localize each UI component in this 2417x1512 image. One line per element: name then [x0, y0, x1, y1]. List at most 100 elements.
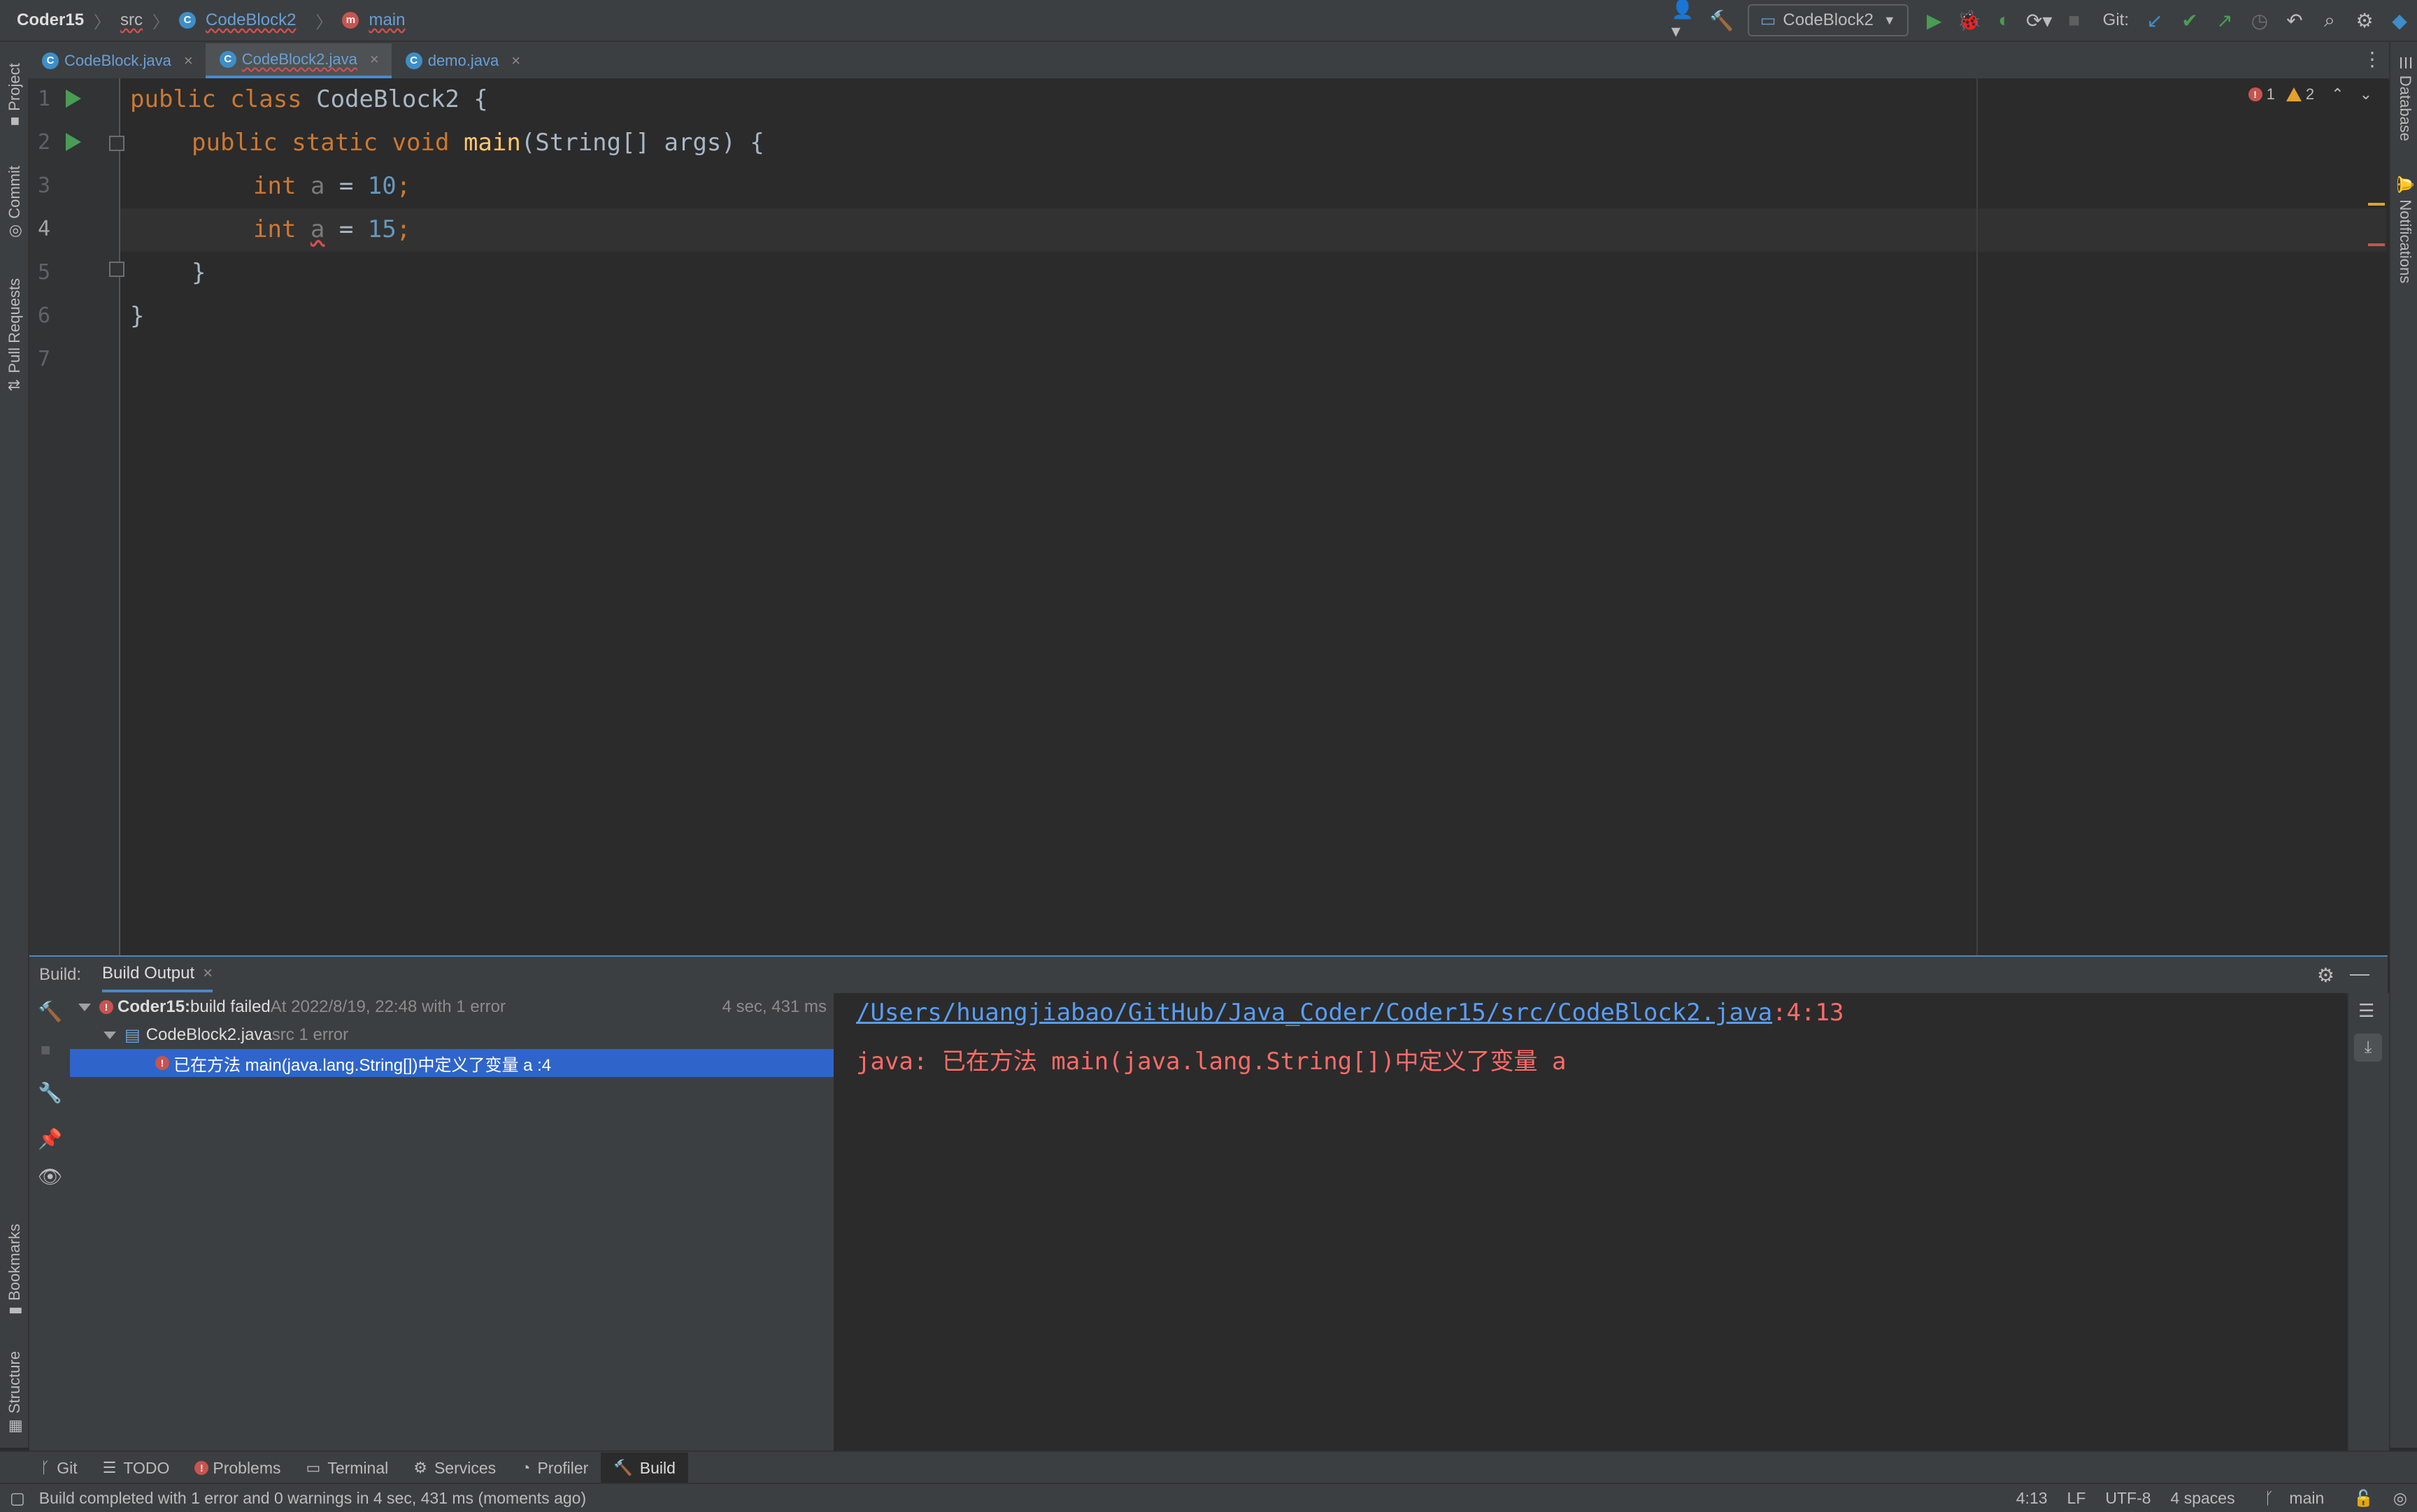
class-icon: C	[179, 12, 197, 29]
app-logo-icon[interactable]: ◆	[2384, 5, 2415, 36]
rollback-icon[interactable]: ↶	[2279, 5, 2310, 36]
breadcrumb-project[interactable]: Coder15	[17, 10, 84, 30]
project-tool-button[interactable]: ■ Project	[6, 63, 24, 126]
inspection-widget[interactable]: ! 1 2 ⌃ ⌄	[2248, 85, 2372, 104]
git-push-icon[interactable]: ↗	[2209, 5, 2240, 36]
tab-terminal[interactable]: ▭ Terminal	[294, 1453, 401, 1483]
scroll-to-end-icon[interactable]: ⤓	[2354, 1034, 2382, 1062]
close-icon[interactable]: ×	[370, 50, 379, 69]
tab-todo[interactable]: ☰ TODO	[90, 1453, 183, 1483]
build-console[interactable]: /Users/huangjiabao/GitHub/Java_Coder/Cod…	[835, 993, 2346, 1450]
breadcrumb-src[interactable]: src	[120, 10, 143, 30]
tab-codeblock[interactable]: C CodeBlock.java ×	[28, 43, 206, 78]
wrench-icon[interactable]: 🔧	[38, 1081, 62, 1104]
stop-icon[interactable]: ■	[41, 1041, 51, 1060]
line-separator[interactable]: LF	[2067, 1489, 2086, 1508]
tab-services[interactable]: ⚙ Services	[401, 1453, 508, 1483]
profile-icon[interactable]: ⟳▾	[2024, 5, 2055, 36]
tab-git[interactable]: ᚴ Git	[28, 1453, 90, 1483]
status-message[interactable]: Build completed with 1 error and 0 warni…	[39, 1489, 586, 1508]
build-tree[interactable]: ! Coder15: build failed At 2022/8/19, 22…	[70, 993, 835, 1450]
bookmark-icon: ▮	[6, 1306, 23, 1315]
more-options-icon[interactable]: ⋮	[2362, 48, 2382, 71]
account-icon[interactable]: 👤▾	[1671, 0, 1702, 41]
breadcrumb-class[interactable]: C CodeBlock2	[179, 10, 306, 30]
git-branch-widget[interactable]: ᚴ main	[2255, 1489, 2334, 1508]
warning-stripe-marker[interactable]	[2368, 203, 2385, 206]
soft-wrap-icon[interactable]: ☰	[2358, 1000, 2374, 1022]
lock-icon[interactable]: 🔓	[2353, 1489, 2374, 1508]
build-file-info: src 1 error	[271, 1025, 349, 1044]
tab-demo[interactable]: C demo.java ×	[392, 43, 533, 78]
structure-tool-button[interactable]: ▦ Structure	[6, 1351, 24, 1434]
debug-icon[interactable]: 🐞	[1954, 5, 1985, 36]
tab-build-output[interactable]: Build Output ×	[102, 957, 213, 992]
bell-icon: 🔔	[2397, 175, 2414, 194]
tool-window-bar: ᚴ Git ☰ TODO ! Problems ▭ Terminal ⚙ Services…	[0, 1450, 2417, 1484]
run-gutter-icon[interactable]	[66, 90, 81, 108]
tab-codeblock2[interactable]: C CodeBlock2.java ×	[205, 43, 392, 78]
rebuild-hammer-icon[interactable]: 🔨	[38, 1000, 62, 1023]
fold-icon[interactable]	[109, 262, 124, 277]
chevron-down-icon[interactable]	[104, 1031, 116, 1039]
bookmarks-tool-button[interactable]: ▮ Bookmarks	[6, 1224, 24, 1315]
layout-toggle-icon[interactable]: ▢	[10, 1489, 25, 1508]
build-project-name: Coder15:	[117, 997, 191, 1016]
line-number: 7	[37, 347, 50, 371]
memory-indicator-icon[interactable]: ◎	[2393, 1489, 2407, 1508]
semicolon: ;	[396, 215, 411, 243]
editor-gutter[interactable]: 1 2 3 4 5 6 7	[29, 78, 124, 955]
run-configuration-select[interactable]: ▭ CodeBlock2 ▼	[1747, 4, 1909, 36]
pull-requests-tool-label: Pull Requests	[6, 278, 23, 373]
close-icon[interactable]: ×	[511, 52, 520, 70]
search-icon[interactable]: ⌕	[2314, 5, 2345, 36]
chevron-up-icon[interactable]: ⌃	[2331, 85, 2344, 104]
close-icon[interactable]: ×	[203, 964, 213, 983]
pin-icon[interactable]: 📌	[38, 1127, 62, 1150]
git-update-icon[interactable]: ↙	[2139, 5, 2170, 36]
build-tree-root[interactable]: ! Coder15: build failed At 2022/8/19, 22…	[70, 993, 834, 1021]
navigation-bar: Coder15 〉 src 〉 C CodeBlock2 〉 m main 👤▾…	[0, 0, 2417, 42]
notifications-tool-button[interactable]: 🔔 Notifications	[2396, 175, 2414, 283]
tab-label: Profiler	[537, 1458, 589, 1477]
file-encoding[interactable]: UTF-8	[2105, 1489, 2151, 1508]
chevron-right-icon: 〉	[94, 13, 111, 32]
breadcrumb: Coder15 〉 src 〉 C CodeBlock2 〉 m main	[17, 8, 425, 33]
build-duration: 4 sec, 431 ms	[722, 997, 827, 1016]
gear-icon[interactable]: ⚙	[2349, 5, 2380, 36]
build-tree-file[interactable]: ▤ CodeBlock2.java src 1 error	[70, 1021, 834, 1049]
database-tool-button[interactable]: ☰ Database	[2396, 56, 2414, 141]
error-icon: !	[155, 1056, 169, 1070]
git-commit-icon[interactable]: ✔	[2174, 5, 2205, 36]
chevron-down-icon[interactable]	[78, 1003, 91, 1011]
tab-build[interactable]: 🔨 Build	[601, 1453, 688, 1483]
commit-tool-button[interactable]: ◎ Commit	[6, 166, 24, 238]
close-icon[interactable]: ×	[184, 52, 193, 70]
gear-icon[interactable]: ⚙	[2317, 964, 2334, 987]
caret-position[interactable]: 4:13	[2016, 1489, 2048, 1508]
history-icon[interactable]: ◷	[2244, 5, 2275, 36]
build-hammer-icon[interactable]: 🔨	[1706, 5, 1737, 36]
indent-setting[interactable]: 4 spaces	[2171, 1489, 2235, 1508]
error-stripe-marker[interactable]	[2368, 243, 2385, 246]
console-file-link[interactable]: /Users/huangjiabao/GitHub/Java_Coder/Cod…	[856, 999, 1772, 1027]
tab-profiler[interactable]: ◔ Profiler	[508, 1453, 601, 1483]
run-icon[interactable]: ▶	[1919, 5, 1950, 36]
pull-requests-tool-button[interactable]: ⇅ Pull Requests	[6, 278, 24, 392]
main-toolbar: 👤▾ 🔨 ▭ CodeBlock2 ▼ ▶ 🐞 ◐ ⟳▾ ■ Git: ↙ ✔ …	[1669, 0, 2417, 41]
code-line: public class CodeBlock2 {	[130, 85, 488, 113]
code-text: (String[] args) {	[520, 129, 764, 157]
tab-problems[interactable]: ! Problems	[182, 1453, 293, 1483]
branch-icon: ᚴ	[41, 1459, 50, 1476]
run-gutter-icon[interactable]	[66, 133, 81, 151]
chevron-down-icon[interactable]: ⌄	[2360, 85, 2372, 104]
structure-tool-label: Structure	[6, 1350, 23, 1414]
minimize-icon[interactable]: —	[2350, 962, 2369, 985]
tab-label: Services	[434, 1458, 497, 1477]
eye-icon[interactable]: 👁	[38, 1165, 63, 1188]
breadcrumb-method[interactable]: m main	[342, 10, 415, 30]
coverage-icon[interactable]: ◐	[1989, 5, 2020, 36]
build-tree-error-item[interactable]: ! 已在方法 main(java.lang.String[])中定义了变量 a …	[70, 1049, 834, 1077]
fold-icon[interactable]	[109, 136, 124, 151]
stop-icon[interactable]: ■	[2059, 5, 2090, 36]
